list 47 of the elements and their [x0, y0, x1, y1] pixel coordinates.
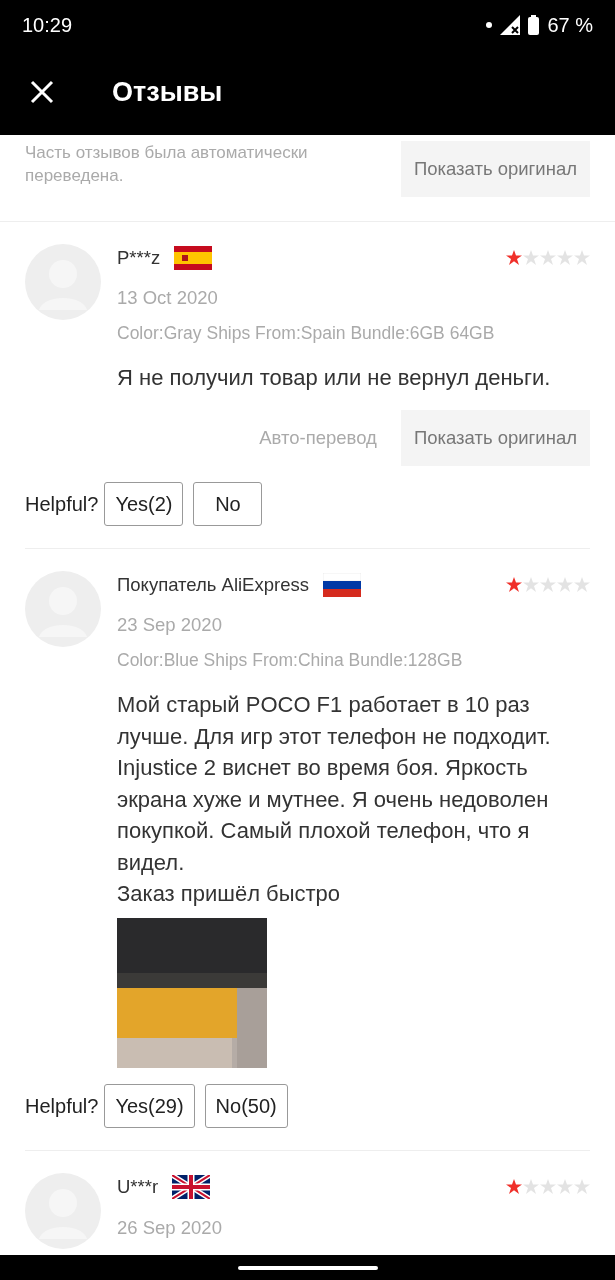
star-icon	[523, 1179, 539, 1195]
star-icon	[506, 1179, 522, 1195]
battery-icon	[528, 14, 540, 35]
star-icon	[523, 250, 539, 266]
helpful-no-button[interactable]: No(50)	[204, 1083, 288, 1128]
auto-translation-label: Авто-перевод	[259, 425, 377, 450]
star-icon	[574, 1179, 590, 1195]
star-icon	[540, 250, 556, 266]
clock: 10:29	[22, 12, 73, 38]
star-icon	[506, 250, 522, 266]
page-title: Отзывы	[112, 75, 223, 109]
star-icon	[540, 1179, 556, 1195]
review-date: 13 Oct 2020	[117, 286, 219, 311]
reviewer-name: U***r	[117, 1174, 159, 1199]
helpful-yes-button[interactable]: Yes(2)	[104, 481, 184, 526]
review-text: Я не получил товар или не вернул деньги.	[117, 364, 552, 393]
helpful-label: Helpful?	[25, 1093, 99, 1119]
reviewer-name: Покупатель AliExpress	[117, 572, 309, 597]
star-icon	[523, 577, 539, 593]
battery-percent: 67 %	[547, 12, 593, 38]
reviewer-name: P***z	[117, 245, 161, 270]
star-icon	[540, 577, 556, 593]
review-date: 23 Sep 2020	[117, 613, 223, 638]
close-icon	[30, 80, 54, 105]
product-options: Color:Gray Ships From:Spain Bundle:6GB 64GB	[117, 320, 590, 347]
review-text: Заказ пришёл быстро	[117, 880, 342, 909]
close-button[interactable]	[30, 80, 54, 105]
notification-dot-icon	[486, 21, 493, 28]
star-icon	[557, 577, 573, 593]
translation-notice: Часть отзывов была автоматически переведена.	[25, 141, 309, 187]
star-icon	[506, 577, 522, 593]
uk-flag-icon	[172, 1174, 211, 1199]
star-icon	[574, 577, 590, 593]
russia-flag-icon	[322, 572, 361, 597]
review-text: Мой старый POCO F1 работает в 10 раз лучше. Для игр этот телефон не подходит. Injustice 2 виснет во время боя. Яркость экрана хуже и мутнее. Я очень недоволен покупкой. Самый плохой телефон, что я видел.	[117, 691, 552, 877]
signal-icon	[500, 14, 521, 35]
show-original-button[interactable]: Показать оригинал	[400, 409, 590, 466]
show-original-button[interactable]: Показать оригинал	[400, 140, 590, 197]
star-icon	[557, 1179, 573, 1195]
helpful-no-button[interactable]: No	[193, 481, 263, 526]
helpful-yes-button[interactable]: Yes(29)	[104, 1083, 195, 1128]
star-icon	[574, 250, 590, 266]
spain-flag-icon	[174, 245, 213, 270]
helpful-label: Helpful?	[25, 491, 99, 517]
review-date: 26 Sep 2020	[117, 1215, 223, 1240]
star-icon	[557, 250, 573, 266]
product-options: Color:Blue Ships From:China Bundle:128GB	[117, 647, 590, 674]
